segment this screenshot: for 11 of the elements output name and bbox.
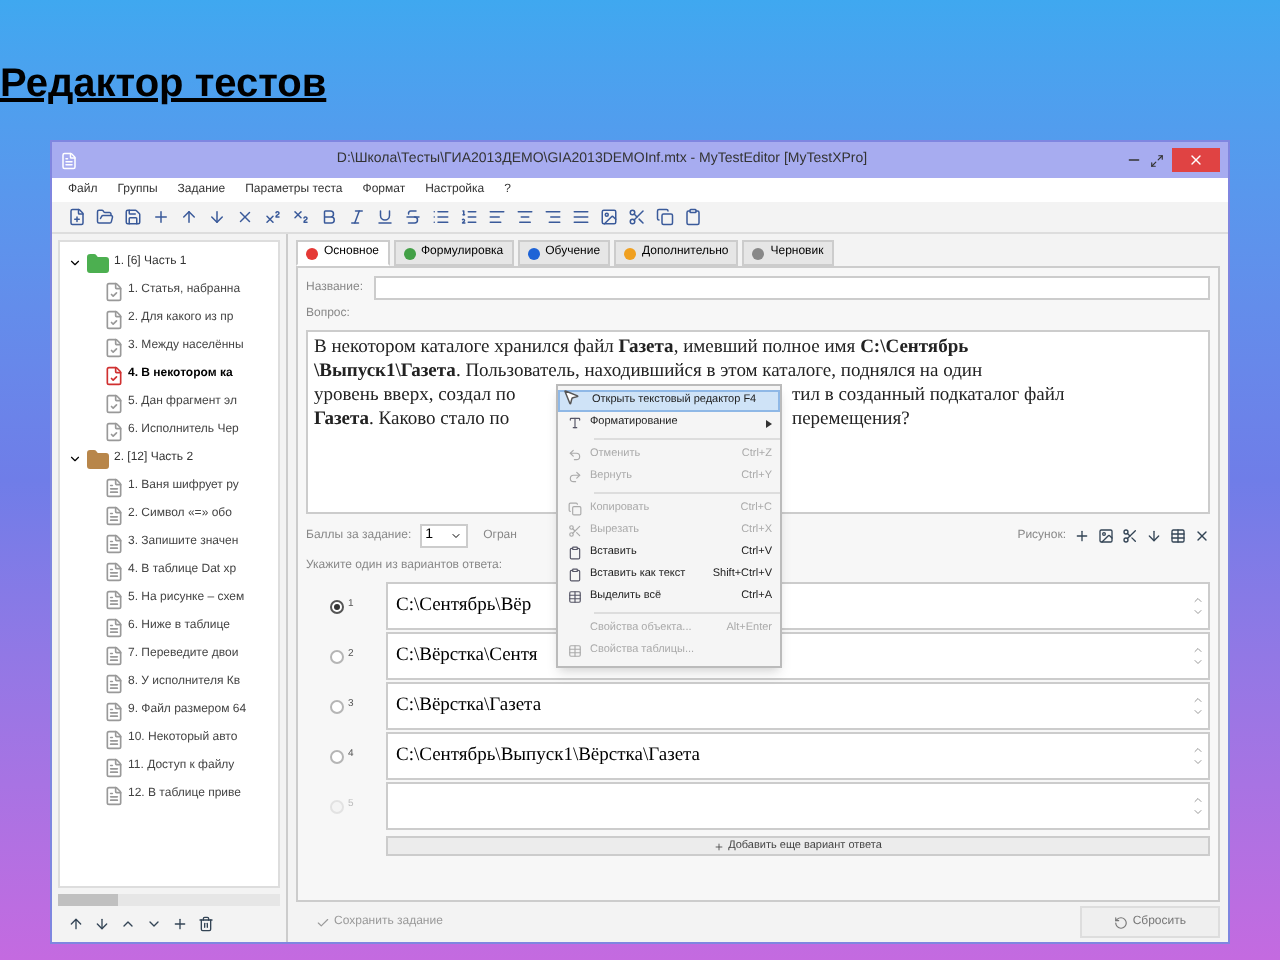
answer-text: С:\Вёрстка\Газета xyxy=(396,695,542,716)
question-text: перемещения? xyxy=(792,408,910,432)
answer-text: С:\Сентябрь\Вёр xyxy=(396,595,532,616)
question-text: В некотором каталоге хранился файл Газета, имевший полное имя С:\Сентябрь xyxy=(314,336,969,360)
answer-text: С:\Сентябрь\Выпуск1\Вёрстка\Газета xyxy=(396,745,701,766)
question-text: Газета. Каково стало по xyxy=(314,408,512,432)
answer-text: С:\Вёрстка\Сентя xyxy=(396,645,538,666)
question-text: уровень вверх, создал по xyxy=(314,384,518,408)
question-text: \Выпуск1\Газета. Пользователь, находившийся в этом каталоге, поднялся на один xyxy=(314,360,983,384)
question-text: тил в созданный подкаталог файл xyxy=(792,384,1065,408)
slide-title: Редактор тестов xyxy=(0,64,327,104)
